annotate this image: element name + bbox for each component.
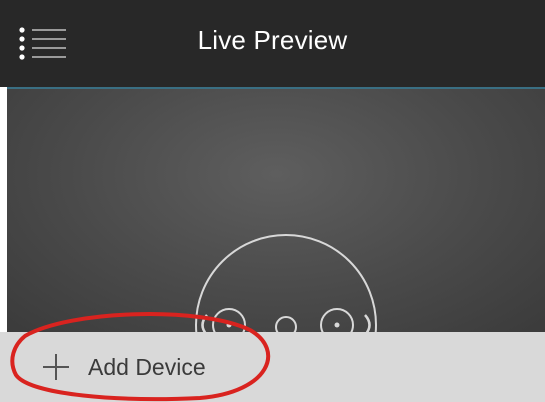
app-header: Live Preview	[0, 0, 545, 87]
camera-face-icon	[195, 234, 377, 334]
bottom-action-bar: Add Device	[0, 332, 545, 402]
add-device-label: Add Device	[88, 353, 206, 380]
add-device-button[interactable]: Add Device	[40, 346, 206, 388]
plus-icon	[43, 354, 69, 380]
page-title: Live Preview	[197, 25, 348, 55]
live-preview-area[interactable]	[7, 87, 545, 334]
